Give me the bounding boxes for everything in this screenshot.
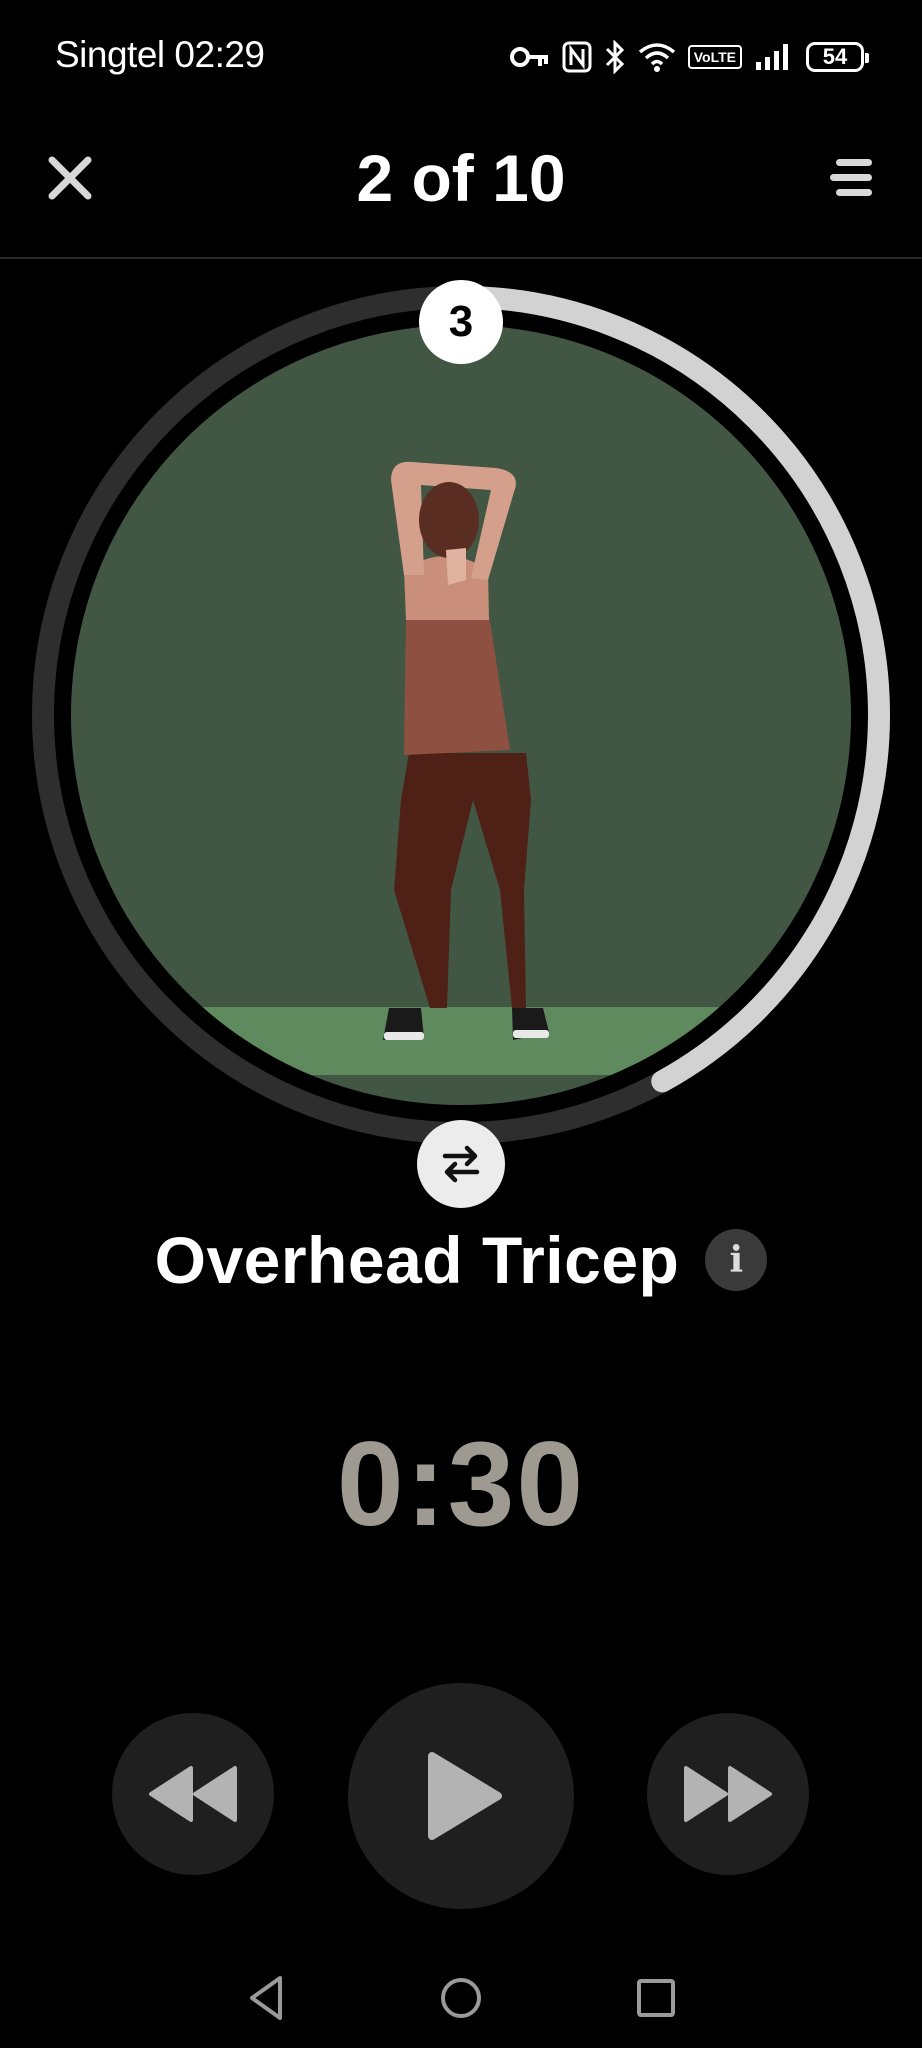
clock: 02:29 bbox=[174, 34, 265, 75]
carrier-name: Singtel bbox=[55, 34, 165, 75]
fast-forward-button[interactable] bbox=[647, 1713, 809, 1875]
exercise-progress-title: 2 of 10 bbox=[356, 141, 566, 215]
swap-icon bbox=[442, 1145, 480, 1183]
rep-count-badge: 3 bbox=[419, 280, 503, 364]
exercise-illustration bbox=[32, 286, 890, 1144]
workout-header: 2 of 10 bbox=[0, 112, 922, 259]
menu-icon[interactable] bbox=[828, 156, 874, 200]
rep-count: 3 bbox=[448, 297, 474, 346]
fast-forward-icon bbox=[684, 1766, 772, 1822]
info-button[interactable]: i bbox=[705, 1229, 768, 1291]
nav-recents-icon[interactable] bbox=[626, 1968, 686, 2028]
system-nav-bar bbox=[0, 1948, 922, 2048]
nav-back-icon[interactable] bbox=[236, 1968, 296, 2028]
wifi-icon bbox=[638, 43, 675, 72]
play-icon bbox=[428, 1752, 502, 1840]
nfc-icon bbox=[562, 41, 592, 73]
status-carrier-time: Singtel 02:29 bbox=[55, 34, 265, 76]
rewind-icon bbox=[149, 1766, 237, 1822]
battery-indicator: 54 bbox=[806, 42, 869, 72]
signal-icon bbox=[756, 44, 788, 70]
bluetooth-icon bbox=[605, 40, 624, 74]
exercise-name: Overhead Tricep bbox=[154, 1223, 680, 1297]
nav-home-icon[interactable] bbox=[431, 1968, 491, 2028]
swap-side-button[interactable] bbox=[417, 1120, 505, 1208]
exercise-scene bbox=[71, 325, 851, 1105]
play-button[interactable] bbox=[348, 1683, 574, 1909]
rewind-button[interactable] bbox=[112, 1713, 274, 1875]
vpn-key-icon bbox=[509, 47, 548, 67]
exercise-title-row: Overhead Tricep i bbox=[0, 1222, 922, 1298]
info-icon: i bbox=[729, 1239, 744, 1281]
exercise-timer: 0:30 bbox=[336, 1417, 586, 1551]
volte-badge: VoLTE bbox=[687, 45, 742, 69]
battery-level: 54 bbox=[822, 44, 848, 69]
status-bar: Singtel 02:29 VoLTE 54 bbox=[0, 0, 922, 112]
status-icons: VoLTE 54 bbox=[509, 36, 869, 78]
